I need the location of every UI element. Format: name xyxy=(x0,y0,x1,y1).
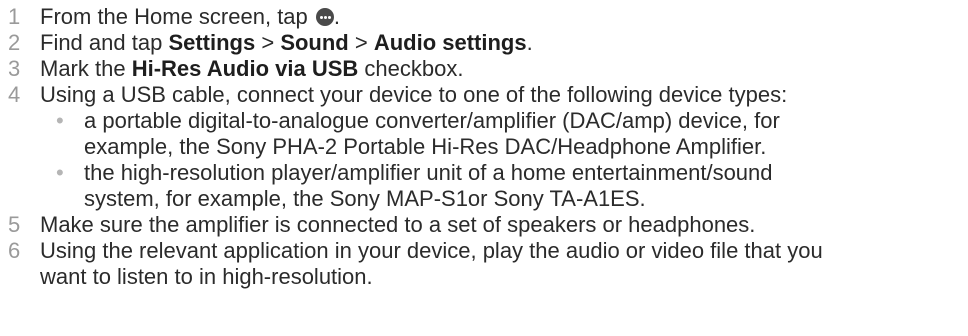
step-number: 5 xyxy=(8,212,21,237)
step-6-continued: want to listen to in high-resolution. xyxy=(0,264,968,290)
step-number: 4 xyxy=(8,82,21,107)
bullet-marker: • xyxy=(56,160,64,185)
bullet-text-continued: system, for example, the Sony MAP-S1or S… xyxy=(84,186,646,211)
step-text: Mark the Hi-Res Audio via USB checkbox. xyxy=(40,56,464,81)
step-text: From the Home screen, tap . xyxy=(40,4,341,29)
step-text: Make sure the amplifier is connected to … xyxy=(40,212,756,237)
bullet-item-1: • a portable digital-to-analogue convert… xyxy=(0,108,968,134)
step-4: 4 Using a USB cable, connect your device… xyxy=(0,82,968,108)
instruction-steps: 1 From the Home screen, tap . 2 Find and… xyxy=(0,0,968,290)
step-number: 6 xyxy=(8,238,21,263)
bullet-text: the high-resolution player/amplifier uni… xyxy=(84,160,773,185)
settings-label: Settings xyxy=(168,30,256,55)
step-2: 2 Find and tap Settings > Sound > Audio … xyxy=(0,30,968,56)
step-text: Using a USB cable, connect your device t… xyxy=(40,82,788,107)
audio-settings-label: Audio settings xyxy=(373,30,527,55)
step-1: 1 From the Home screen, tap . xyxy=(0,4,968,30)
step-3: 3 Mark the Hi-Res Audio via USB checkbox… xyxy=(0,56,968,82)
bullet-item-2: • the high-resolution player/amplifier u… xyxy=(0,160,968,186)
step-text: Find and tap Settings > Sound > Audio se… xyxy=(40,30,533,55)
step-6: 6 Using the relevant application in your… xyxy=(0,238,968,264)
bullet-text: a portable digital-to-analogue converter… xyxy=(84,108,780,133)
step-number: 1 xyxy=(8,4,21,29)
step-text-continued: want to listen to in high-resolution. xyxy=(40,264,373,289)
step-text: Using the relevant application in your d… xyxy=(40,238,823,263)
step-number: 2 xyxy=(8,30,21,55)
bullet-text-continued: example, the Sony PHA-2 Portable Hi-Res … xyxy=(84,134,767,159)
step-5: 5 Make sure the amplifier is connected t… xyxy=(0,212,968,238)
sound-label: Sound xyxy=(280,30,349,55)
bullet-marker: • xyxy=(56,108,64,133)
step-number: 3 xyxy=(8,56,21,81)
hi-res-audio-label: Hi-Res Audio via USB xyxy=(131,56,359,81)
apps-icon xyxy=(315,8,334,26)
